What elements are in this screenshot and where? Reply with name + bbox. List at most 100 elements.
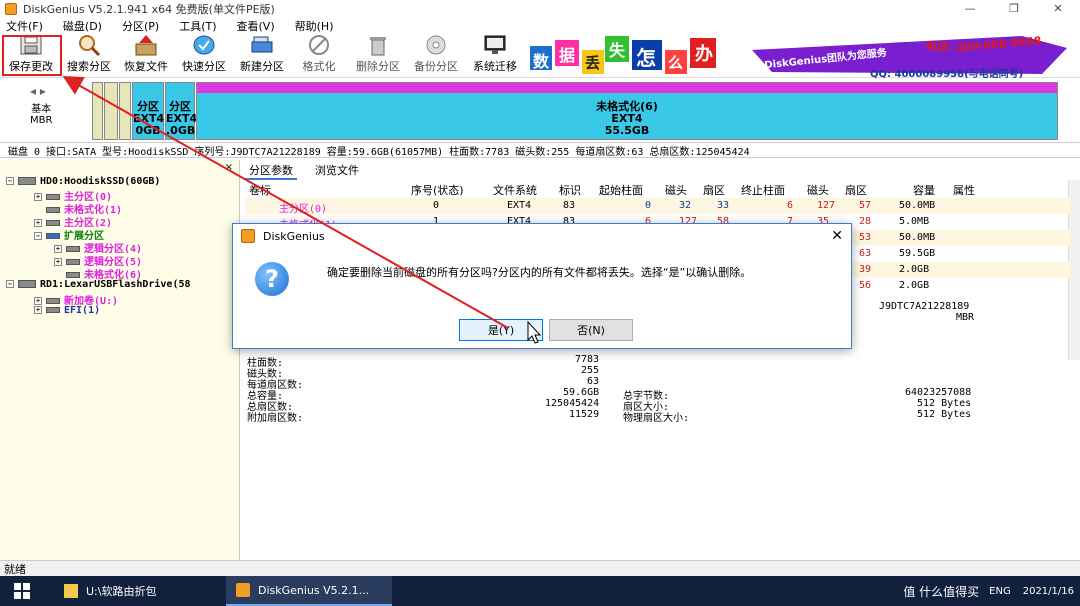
partition-icon (66, 246, 80, 252)
recover-files-button[interactable]: 恢复文件 (117, 34, 175, 78)
partition-icon (66, 272, 80, 278)
dialog-body: ? 确定要删除当前磁盘的所有分区吗?分区内的所有文件都将丢失。选择“是”以确认删… (233, 248, 851, 348)
window-title: DiskGenius V5.2.1.941 x64 免费版(单文件PE版) (23, 2, 275, 16)
menu-file[interactable]: 文件(F) (6, 18, 43, 34)
partition-icon (46, 207, 60, 213)
clock-date[interactable]: 2021/1/16 (1023, 586, 1074, 597)
disk-icon (18, 177, 36, 185)
partition-icon (46, 298, 60, 304)
close-icon[interactable]: × (225, 162, 233, 173)
detail-tabs: 分区参数 浏览文件 (245, 162, 377, 180)
disk-partition-style: MBR (956, 312, 975, 323)
tab-partition-params[interactable]: 分区参数 (245, 162, 297, 180)
save-highlight-box (2, 35, 62, 76)
taskbar-diskgenius[interactable]: DiskGenius V5.2.1... (226, 576, 392, 606)
table-row[interactable]: 主分区(0) 0 EXT4 83 0 32 33 6 127 57 50.0MB (245, 198, 1071, 215)
language-indicator[interactable]: ENG (989, 586, 1011, 597)
dialog-title: DiskGenius (263, 229, 325, 243)
disk-type-label: 基本 MBR (30, 104, 53, 126)
expand-icon[interactable]: + (34, 219, 42, 227)
menu-bar: 文件(F) 磁盘(D) 分区(P) 工具(T) 查看(V) 帮助(H) (0, 17, 1080, 34)
taskbar: U:\软路由折包 DiskGenius V5.2.1... 值 什么值得买 EN… (0, 576, 1080, 606)
dialog-message: 确定要删除当前磁盘的所有分区吗?分区内的所有文件都将丢失。选择“是”以确认删除。 (327, 266, 752, 279)
partition-bar-5[interactable]: 分区 EXT4 .0GB (165, 82, 197, 140)
disk-info-line: 磁盘 0 接口:SATA 型号:HoodiskSSD 序列号:J9DTC7A21… (0, 142, 1080, 158)
menu-disk[interactable]: 磁盘(D) (63, 18, 102, 34)
tab-browse-files[interactable]: 浏览文件 (311, 162, 363, 180)
tree-item-rd1[interactable]: − RD1:LexarUSBFlashDrive(58 (6, 279, 191, 290)
disk-tree-panel: × − HD0:HoodiskSSD(60GB) + 主分区(0) 未格式化(1) … (0, 160, 240, 560)
close-button[interactable]: ✕ (1036, 0, 1080, 17)
no-button[interactable]: 否(N) (549, 319, 633, 341)
system-tray: 值 什么值得买 ENG 2021/1/16 (903, 576, 1074, 606)
magnifier-icon (76, 34, 102, 56)
new-partition-icon (249, 34, 275, 56)
yes-button[interactable]: 是(Y) (459, 319, 543, 341)
folder-icon (64, 584, 78, 598)
taskbar-explorer[interactable]: U:\软路由折包 (54, 576, 224, 606)
menu-view[interactable]: 查看(V) (237, 18, 275, 34)
format-icon (306, 34, 332, 56)
promo-banner[interactable]: 数 据 丢 失 怎 么 办 DiskGenius团队为您服务 电话: 400-0… (522, 34, 1067, 80)
new-partition-button[interactable]: 新建分区 (233, 34, 291, 78)
windows-start-icon[interactable] (14, 583, 30, 599)
question-icon: ? (255, 262, 289, 296)
collapse-icon[interactable]: − (6, 280, 14, 288)
quick-disk-icon (191, 34, 217, 56)
disk-icon (18, 280, 36, 288)
status-bar: 就绪 (0, 560, 1080, 576)
banner-char: 据 (559, 46, 576, 65)
expand-icon[interactable]: + (34, 193, 42, 201)
disk-serial: J9DTC7A21228189 (879, 301, 970, 312)
app-icon (5, 2, 17, 15)
partition-table-header: 卷标 序号(状态) 文件系统 标识 起始柱面 磁头 扇区 终止柱面 磁头 扇区 … (249, 184, 975, 197)
delete-partition-button[interactable]: 删除分区 (349, 34, 407, 78)
banner-char: 失 (609, 41, 626, 60)
menu-partition[interactable]: 分区(P) (122, 18, 159, 34)
quick-partition-button[interactable]: 快速分区 (175, 34, 233, 78)
disk-map: ◂ ▸ 基本 MBR 分区 EXT4 0GB 分区 EXT4 .0GB 未格式化… (0, 78, 1080, 142)
tree-item-hd0[interactable]: − HD0:HoodiskSSD(60GB) (6, 176, 160, 187)
watermark: 值 什么值得买 (903, 584, 980, 599)
banner-char: 数 (533, 52, 550, 71)
partition-bar-small[interactable] (92, 82, 103, 140)
banner-char: 么 (668, 54, 684, 72)
banner-phone-prefix: 电话: (926, 40, 953, 53)
search-partition-button[interactable]: 搜索分区 (60, 34, 118, 78)
banner-char: 办 (695, 44, 713, 65)
maximize-button[interactable]: ❐ (992, 0, 1036, 17)
monitor-icon (482, 34, 508, 56)
confirm-delete-dialog: DiskGenius ✕ ? 确定要删除当前磁盘的所有分区吗?分区内的所有文件都… (232, 223, 852, 349)
partition-icon (46, 194, 60, 200)
title-bar: DiskGenius V5.2.1.941 x64 免费版(单文件PE版) — … (0, 0, 1080, 17)
diskgenius-icon (241, 229, 255, 243)
expand-icon[interactable]: + (54, 245, 62, 253)
tree-item-efi[interactable]: + EFI(1) (34, 305, 100, 316)
status-text: 就绪 (4, 562, 26, 576)
diskgenius-icon (236, 583, 250, 597)
partition-bar-small[interactable] (119, 82, 131, 140)
partition-bar-unformatted[interactable]: 未格式化(6) EXT4 55.5GB (196, 82, 1058, 140)
collapse-icon[interactable]: − (34, 232, 42, 240)
expand-icon[interactable]: + (54, 258, 62, 266)
trash-icon (365, 34, 391, 56)
partition-bar-small[interactable] (104, 82, 118, 140)
menu-help[interactable]: 帮助(H) (295, 18, 334, 34)
disk-nav-arrows[interactable]: ◂ ▸ (30, 84, 46, 98)
partition-icon (46, 233, 60, 239)
format-button[interactable]: 格式化 (290, 34, 348, 78)
dialog-title-bar: DiskGenius ✕ (233, 224, 851, 248)
dialog-close-button[interactable]: ✕ (831, 228, 843, 244)
system-migrate-button[interactable]: 系统迁移 (466, 34, 524, 78)
minimize-button[interactable]: — (948, 0, 992, 17)
expand-icon[interactable]: + (34, 297, 42, 305)
partition-icon (46, 307, 60, 313)
partition-bar-4[interactable]: 分区 EXT4 0GB (132, 82, 164, 140)
menu-tools[interactable]: 工具(T) (179, 18, 216, 34)
banner-char: 怎 (636, 46, 656, 70)
partition-detail-panel: 分区参数 浏览文件 卷标 序号(状态) 文件系统 标识 起始柱面 磁头 扇区 终… (241, 160, 1080, 560)
expand-icon[interactable]: + (34, 306, 42, 314)
collapse-icon[interactable]: − (6, 177, 14, 185)
partition-icon (46, 220, 60, 226)
backup-partition-button[interactable]: 备份分区 (407, 34, 465, 78)
